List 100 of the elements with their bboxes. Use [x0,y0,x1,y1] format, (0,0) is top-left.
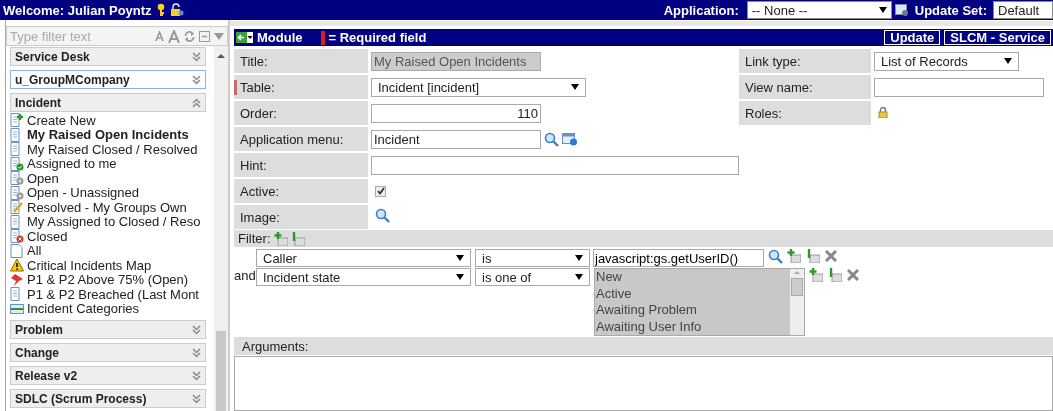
field-label: Application menu: [234,127,368,151]
field-label: Table: [234,75,368,99]
caret-icon [575,255,583,261]
lock-icon[interactable] [878,105,888,118]
menu-item[interactable]: Closed [27,228,68,244]
update-set-label: Update Set: [914,2,987,18]
add-and-icon[interactable] [809,268,823,282]
required-marker-icon [320,30,325,45]
menu-item[interactable]: Critical Incidents Map [27,257,152,273]
document-clock-icon [10,185,24,200]
pencil-page-icon [10,200,24,215]
field-label: Order: [234,101,368,125]
search-icon[interactable] [544,131,559,147]
delete-icon[interactable] [847,269,859,281]
section-header[interactable]: Change [10,343,206,362]
expand-chevron-icon[interactable] [192,74,201,85]
field-label: View name: [745,79,813,95]
field-select[interactable]: Incident state [256,268,471,286]
field-label: Active: [234,179,368,203]
menu-item[interactable]: My Raised Closed / Resolved [27,141,198,157]
arguments-label: Arguments: [242,338,309,354]
update-set-select[interactable]: Default [993,1,1053,19]
field-label: Title: [234,49,368,73]
add-or-icon[interactable] [828,268,842,282]
menu-item[interactable]: P1 & P2 Breached (Last Mont [27,286,199,302]
add-or-icon[interactable] [806,249,820,263]
conjunction-text: and [234,268,256,283]
text-field[interactable] [371,155,739,175]
select-dropdown[interactable]: List of Records [874,51,1019,71]
application-label: Application: [663,2,739,18]
section-header[interactable]: Problem [10,320,206,339]
menu-item[interactable]: Incident Categories [27,301,139,317]
expand-chevron-icon[interactable] [192,324,201,335]
add-and-icon[interactable] [273,231,288,246]
arguments-textarea[interactable] [234,356,1053,411]
operator-select[interactable]: is [475,249,590,267]
value-field[interactable]: javascript:gs.getUserID() [593,249,764,267]
select-dropdown[interactable]: Incident [incident] [371,77,586,97]
header-button[interactable]: SLCM - Service [944,30,1051,45]
field-select[interactable]: Caller [256,249,471,267]
delete-icon[interactable] [825,250,837,262]
caret-icon [456,255,464,261]
field-label: Link type: [745,53,801,69]
caret-icon [456,274,464,280]
section-header[interactable]: Release v2 [10,366,206,385]
section-header[interactable]: SDLC (Scrum Process) [10,389,206,408]
warning-icon [10,258,24,273]
info-window-icon[interactable] [562,132,578,146]
add-or-icon[interactable] [290,231,305,246]
section-header[interactable]: Service Desk [10,47,206,66]
settings-icon[interactable] [894,3,909,17]
number-field[interactable]: 110 [371,103,541,123]
caret-icon [575,274,583,280]
table-icon [10,301,24,316]
required-legend: = Required field [328,30,427,45]
menu-item[interactable]: Resolved - My Groups Own [27,199,187,215]
menu-item[interactable]: P1 & P2 Above 75% (Open) [27,272,189,288]
search-icon[interactable] [768,249,783,264]
welcome-text: Welcome: Julian Poyntz [2,2,152,18]
expand-chevron-icon[interactable] [192,370,201,381]
caret-icon [1004,58,1012,64]
lock-person-icon[interactable] [169,3,184,17]
form-title: Module [257,30,303,45]
field-label: Hint: [234,153,368,177]
add-page-icon [10,113,24,128]
caret-icon [878,7,887,13]
menu-item[interactable]: Assigned to me [27,156,117,172]
header-button[interactable]: Update [884,30,941,45]
scrollbar-thumb[interactable] [216,331,226,411]
document-clock-icon [10,171,24,186]
filter-label: Filter: [238,231,271,246]
expand-chevron-icon[interactable] [192,347,201,358]
options-listbox[interactable]: New Active Awaiting Problem Awaiting User Info [594,268,805,336]
field-label: Image: [234,205,368,229]
add-and-icon[interactable] [787,249,801,263]
field-label: Roles: [745,105,782,121]
caret-icon [571,84,579,90]
document-check-icon [10,156,24,171]
menu-item[interactable]: All [27,243,42,259]
application-select[interactable]: -- None -- [746,1,892,19]
operator-select[interactable]: is one of [475,268,590,286]
text-field[interactable] [874,77,1044,97]
collapse-chevron-icon[interactable] [192,97,201,108]
menu-item[interactable]: Create New [27,112,96,128]
menu-item[interactable]: Open - Unassigned [27,185,139,201]
key-icon[interactable] [156,3,165,17]
menu-item[interactable]: Open [27,170,59,186]
menu-item[interactable]: My Raised Open Incidents [27,127,189,143]
section-header[interactable]: u_GroupMCompany [10,70,206,89]
search-icon[interactable] [375,208,390,223]
scrollbar-thumb[interactable] [791,278,803,296]
section-header[interactable]: Incident [10,93,206,112]
reference-field[interactable]: Incident [371,129,541,149]
expand-chevron-icon[interactable] [192,393,201,404]
caret-icon[interactable] [247,32,253,43]
menu-item[interactable]: My Assigned to Closed / Reso [27,214,201,230]
checkbox[interactable] [375,185,386,197]
text-field[interactable]: My Raised Open Incidents [371,51,541,71]
expand-chevron-icon[interactable] [192,51,201,62]
document-close-icon [10,229,24,244]
